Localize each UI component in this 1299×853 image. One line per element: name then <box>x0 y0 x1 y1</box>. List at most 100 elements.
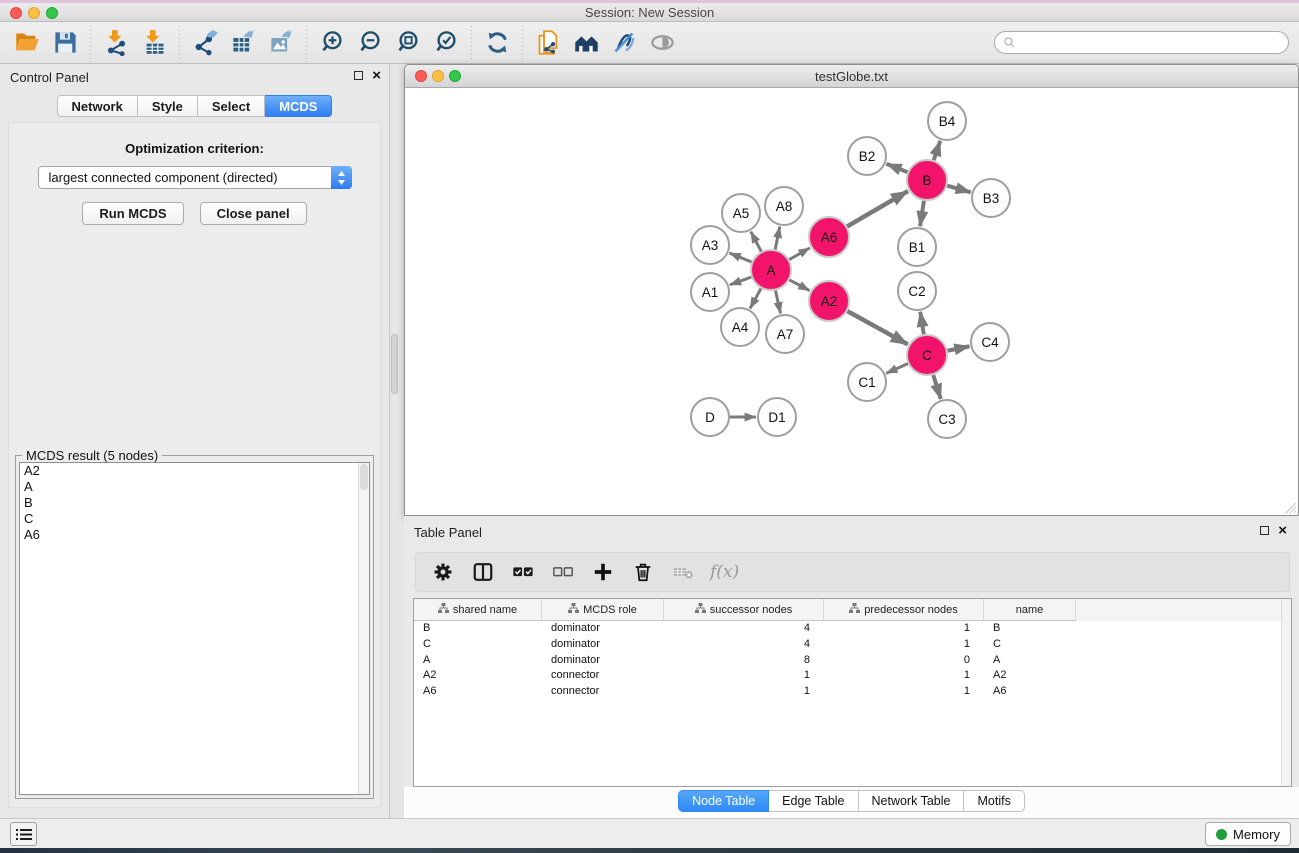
refresh-layout-icon[interactable] <box>478 26 516 60</box>
export-network-icon[interactable] <box>186 26 224 60</box>
import-network-icon[interactable] <box>97 26 135 60</box>
edge-A-A3[interactable] <box>729 253 751 262</box>
edge-B-B4[interactable] <box>934 141 941 160</box>
function-builder-icon[interactable]: f(x) <box>710 562 739 582</box>
close-panel-button[interactable]: Close panel <box>200 202 307 225</box>
edge-A-A5[interactable] <box>751 232 761 252</box>
node-A2[interactable]: A2 <box>809 281 849 321</box>
save-session-icon[interactable] <box>46 26 84 60</box>
split-panel-icon[interactable] <box>470 559 496 585</box>
node-A3[interactable]: A3 <box>691 226 729 264</box>
edge-A6-B[interactable] <box>847 191 908 226</box>
edge-A-A7[interactable] <box>775 291 780 314</box>
cell-name[interactable]: A6 <box>984 684 1076 700</box>
tab-style[interactable]: Style <box>138 95 198 117</box>
node-table[interactable]: shared nameMCDS rolesuccessor nodesprede… <box>413 598 1292 787</box>
float-table-panel-icon[interactable] <box>1260 526 1269 535</box>
import-table-icon[interactable] <box>135 26 173 60</box>
delete-table-icon[interactable] <box>670 559 696 585</box>
column-header-name[interactable]: name <box>984 599 1076 621</box>
home-browser-icon[interactable] <box>567 26 605 60</box>
cell-successor-nodes[interactable]: 4 <box>664 621 824 637</box>
node-A6[interactable]: A6 <box>809 217 849 257</box>
edge-B-B2[interactable] <box>886 164 907 172</box>
memory-button[interactable]: Memory <box>1205 822 1291 846</box>
cell-successor-nodes[interactable]: 1 <box>664 684 824 700</box>
cell-name[interactable]: B <box>984 621 1076 637</box>
result-item-a[interactable]: A <box>20 479 369 495</box>
cell-predecessor-nodes[interactable]: 1 <box>824 621 984 637</box>
cell-shared-name[interactable]: C <box>414 637 542 653</box>
node-D[interactable]: D <box>691 398 729 436</box>
tab-node-table[interactable]: Node Table <box>678 790 769 812</box>
table-scrollbar[interactable] <box>1281 599 1291 786</box>
cell-successor-nodes[interactable]: 4 <box>664 637 824 653</box>
node-A5[interactable]: A5 <box>722 194 760 232</box>
result-list-scrollbar[interactable] <box>358 463 369 794</box>
search-input[interactable] <box>1021 36 1280 50</box>
node-A7[interactable]: A7 <box>766 315 804 353</box>
table-row-a[interactable]: Adominator80A <box>414 653 1291 669</box>
cell-mcds-role[interactable]: dominator <box>542 621 664 637</box>
edge-C-C3[interactable] <box>933 375 940 399</box>
edge-A-A4[interactable] <box>750 288 761 308</box>
edge-C-C2[interactable] <box>920 312 924 335</box>
close-table-panel-icon[interactable]: × <box>1278 525 1287 536</box>
network-window-titlebar[interactable]: testGlobe.txt <box>405 65 1298 88</box>
deselect-all-icon[interactable] <box>550 559 576 585</box>
cell-name[interactable]: C <box>984 637 1076 653</box>
cell-predecessor-nodes[interactable]: 1 <box>824 684 984 700</box>
tab-select[interactable]: Select <box>198 95 265 117</box>
mcds-result-list[interactable]: A2ABCA6 <box>19 462 370 795</box>
cell-shared-name[interactable]: A <box>414 653 542 669</box>
cell-mcds-role[interactable]: dominator <box>542 637 664 653</box>
cell-shared-name[interactable]: A6 <box>414 684 542 700</box>
edge-A2-C[interactable] <box>847 311 907 344</box>
edge-B-B3[interactable] <box>947 186 971 193</box>
export-table-icon[interactable] <box>224 26 262 60</box>
cell-predecessor-nodes[interactable]: 1 <box>824 668 984 684</box>
cell-name[interactable]: A <box>984 653 1076 669</box>
edge-A-A1[interactable] <box>730 277 751 285</box>
node-A8[interactable]: A8 <box>765 187 803 225</box>
task-history-button[interactable] <box>10 822 37 846</box>
edge-A-A2[interactable] <box>790 280 810 291</box>
table-row-c[interactable]: Cdominator41C <box>414 637 1291 653</box>
node-B2[interactable]: B2 <box>848 137 886 175</box>
zoom-selected-icon[interactable] <box>427 26 465 60</box>
open-session-icon[interactable] <box>8 26 46 60</box>
tab-network[interactable]: Network <box>57 95 138 117</box>
cell-successor-nodes[interactable]: 1 <box>664 668 824 684</box>
tab-motifs[interactable]: Motifs <box>964 790 1024 812</box>
toggle-labels-icon[interactable] <box>605 26 643 60</box>
result-item-b[interactable]: B <box>20 495 369 511</box>
cell-mcds-role[interactable]: connector <box>542 668 664 684</box>
tab-mcds[interactable]: MCDS <box>265 95 332 117</box>
cell-predecessor-nodes[interactable]: 0 <box>824 653 984 669</box>
table-row-a6[interactable]: A6connector11A6 <box>414 684 1291 700</box>
edge-A-A6[interactable] <box>789 248 810 260</box>
add-column-icon[interactable] <box>590 559 616 585</box>
column-header-predecessor-nodes[interactable]: predecessor nodes <box>824 599 984 621</box>
column-header-shared-name[interactable]: shared name <box>414 599 542 621</box>
table-settings-icon[interactable] <box>430 559 456 585</box>
node-C4[interactable]: C4 <box>971 323 1009 361</box>
cell-shared-name[interactable]: A2 <box>414 668 542 684</box>
cell-mcds-role[interactable]: connector <box>542 684 664 700</box>
zoom-fit-icon[interactable] <box>389 26 427 60</box>
node-C[interactable]: C <box>907 335 947 375</box>
delete-column-icon[interactable] <box>630 559 656 585</box>
float-panel-icon[interactable] <box>354 71 363 80</box>
network-canvas[interactable]: B4B2BB3A5A8A6A3B1AA1C2A2A4A7C4CC1DD1C3 <box>405 88 1298 515</box>
search-field[interactable] <box>994 31 1289 54</box>
table-row-a2[interactable]: A2connector11A2 <box>414 668 1291 684</box>
cell-predecessor-nodes[interactable]: 1 <box>824 637 984 653</box>
column-header-successor-nodes[interactable]: successor nodes <box>664 599 824 621</box>
node-B4[interactable]: B4 <box>928 102 966 140</box>
run-mcds-button[interactable]: Run MCDS <box>82 202 183 225</box>
cell-name[interactable]: A2 <box>984 668 1076 684</box>
result-item-c[interactable]: C <box>20 511 369 527</box>
zoom-in-icon[interactable] <box>313 26 351 60</box>
select-all-icon[interactable] <box>510 559 536 585</box>
node-B3[interactable]: B3 <box>972 179 1010 217</box>
